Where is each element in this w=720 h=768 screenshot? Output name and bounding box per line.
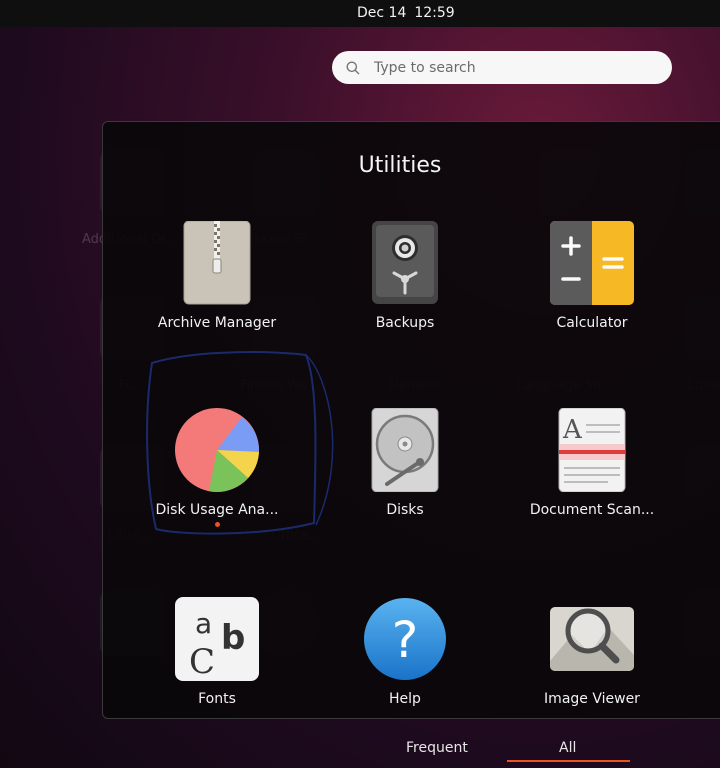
hard-disk-icon [363, 407, 447, 493]
svg-text:a: a [195, 607, 212, 640]
tab-all[interactable]: All [559, 740, 576, 756]
app-image-viewer[interactable]: Image Viewer [512, 597, 672, 707]
search-icon [346, 61, 360, 74]
app-document-scanner[interactable]: A Document Scan... [512, 407, 672, 518]
svg-text:A: A [562, 415, 583, 445]
folder-title: Utilities [358, 153, 442, 178]
app-calculator[interactable]: Calculator [512, 221, 672, 331]
calculator-icon [550, 221, 634, 305]
app-disk-usage-analyzer[interactable]: Disk Usage Ana... [137, 408, 297, 527]
backups-safe-icon [363, 221, 447, 305]
app-archive-manager[interactable]: Archive Manager [137, 220, 297, 331]
svg-text:b: b [221, 618, 245, 658]
app-help[interactable]: ? Help [325, 597, 485, 707]
app-disks[interactable]: Disks [325, 407, 485, 518]
svg-text:C: C [189, 642, 215, 681]
app-backups[interactable]: Backups [325, 221, 485, 331]
svg-text:?: ? [392, 611, 419, 669]
clock-time: 12:59 [414, 5, 455, 21]
app-label: Image Viewer [544, 691, 640, 707]
app-label: Archive Manager [157, 315, 277, 331]
app-fonts[interactable]: a b C Fonts [137, 597, 297, 707]
active-tab-indicator [507, 760, 630, 762]
pie-chart-icon [175, 408, 260, 492]
document-scanner-icon: A [550, 407, 634, 493]
clock-date: Dec 14 [357, 5, 407, 21]
fonts-icon: a b C [175, 597, 259, 682]
app-label: Fonts [198, 691, 236, 707]
app-label: Document Scan... [529, 502, 655, 518]
view-tabs: Frequent All [0, 732, 720, 768]
app-label: Disk Usage Ana... [155, 502, 279, 518]
tab-frequent[interactable]: Frequent [406, 740, 468, 756]
app-label: Help [389, 691, 421, 707]
image-viewer-icon [550, 597, 634, 681]
running-indicator [214, 522, 220, 527]
help-icon: ? [363, 597, 447, 681]
archive-manager-icon [175, 220, 259, 305]
search-input[interactable] [372, 58, 646, 77]
app-label: Backups [375, 315, 435, 331]
search-box[interactable] [332, 51, 672, 84]
clock[interactable]: Dec 14 12:59 [0, 0, 720, 27]
app-label: Disks [386, 502, 424, 518]
app-label: Calculator [556, 315, 628, 331]
